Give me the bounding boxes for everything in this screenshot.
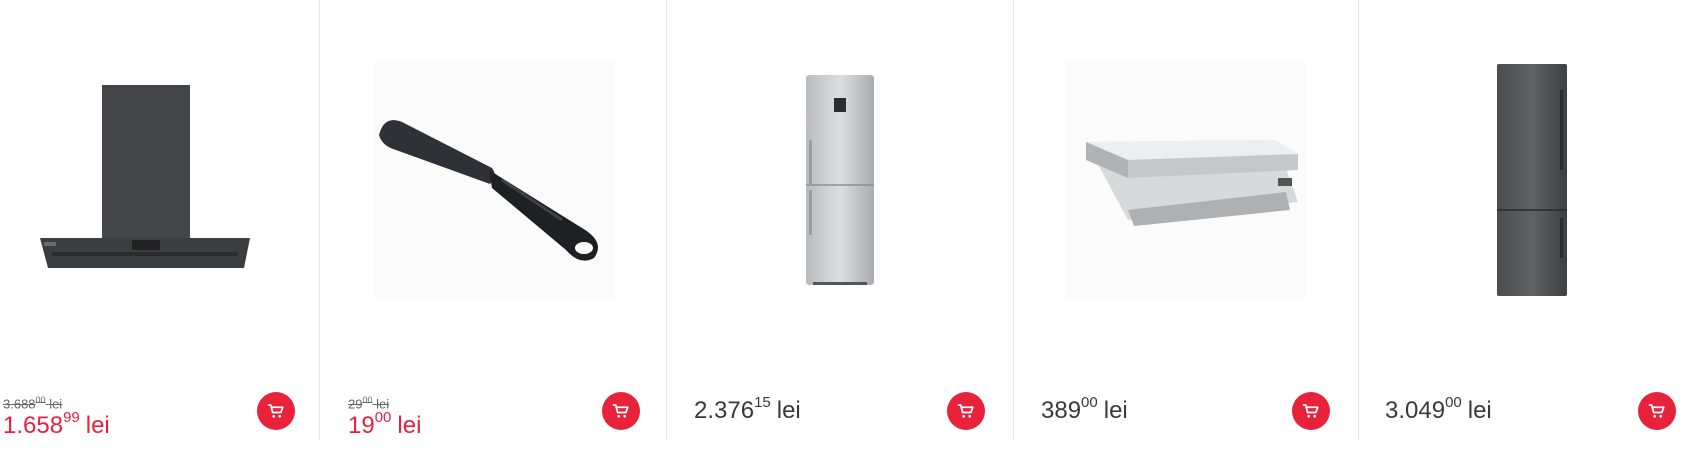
current-price: 3.04900 lei [1385,394,1492,424]
fridge-dark-image [1496,64,1567,296]
cart-icon [612,404,629,418]
cart-icon [267,404,284,418]
add-to-cart-button[interactable] [947,392,985,430]
cart-icon [1302,404,1319,418]
add-to-cart-button[interactable] [257,392,295,430]
current-price: 2.37615 lei [694,394,801,424]
current-price: 1.65899 lei [3,409,110,439]
product-image[interactable] [669,40,1013,320]
price-block: 2.37615 lei [694,394,801,425]
current-price: 1900 lei [348,409,422,439]
price-block: 3.68800 lei 1.65899 lei [3,395,110,440]
cart-icon [1648,404,1665,418]
range-hood-image [40,85,250,268]
add-to-cart-button[interactable] [1638,392,1676,430]
product-image[interactable] [1359,40,1701,320]
current-price: 38900 lei [1041,394,1128,424]
price-block: 38900 lei [1041,394,1128,425]
fridge-image [806,75,874,285]
product-image[interactable] [0,40,319,320]
spatula-image [374,60,614,300]
old-price: 3.68800 lei [3,394,63,411]
telescopic-hood-image [1066,60,1306,300]
product-card[interactable]: 2.37615 lei [669,0,1014,440]
product-card[interactable]: 38900 lei [1014,0,1359,440]
price-block: 3.04900 lei [1385,394,1492,425]
product-image[interactable] [1014,40,1358,320]
product-card[interactable]: 2900 lei 1900 lei [322,0,667,440]
add-to-cart-button[interactable] [1292,392,1330,430]
product-card[interactable]: 3.04900 lei [1359,0,1701,440]
cart-icon [957,404,974,418]
price-block: 2900 lei 1900 lei [348,395,421,440]
product-image[interactable] [322,40,666,320]
product-carousel-row: 3.68800 lei 1.65899 lei 2900 lei 1900 lei [0,0,1701,453]
add-to-cart-button[interactable] [602,392,640,430]
product-card[interactable]: 3.68800 lei 1.65899 lei [0,0,320,440]
